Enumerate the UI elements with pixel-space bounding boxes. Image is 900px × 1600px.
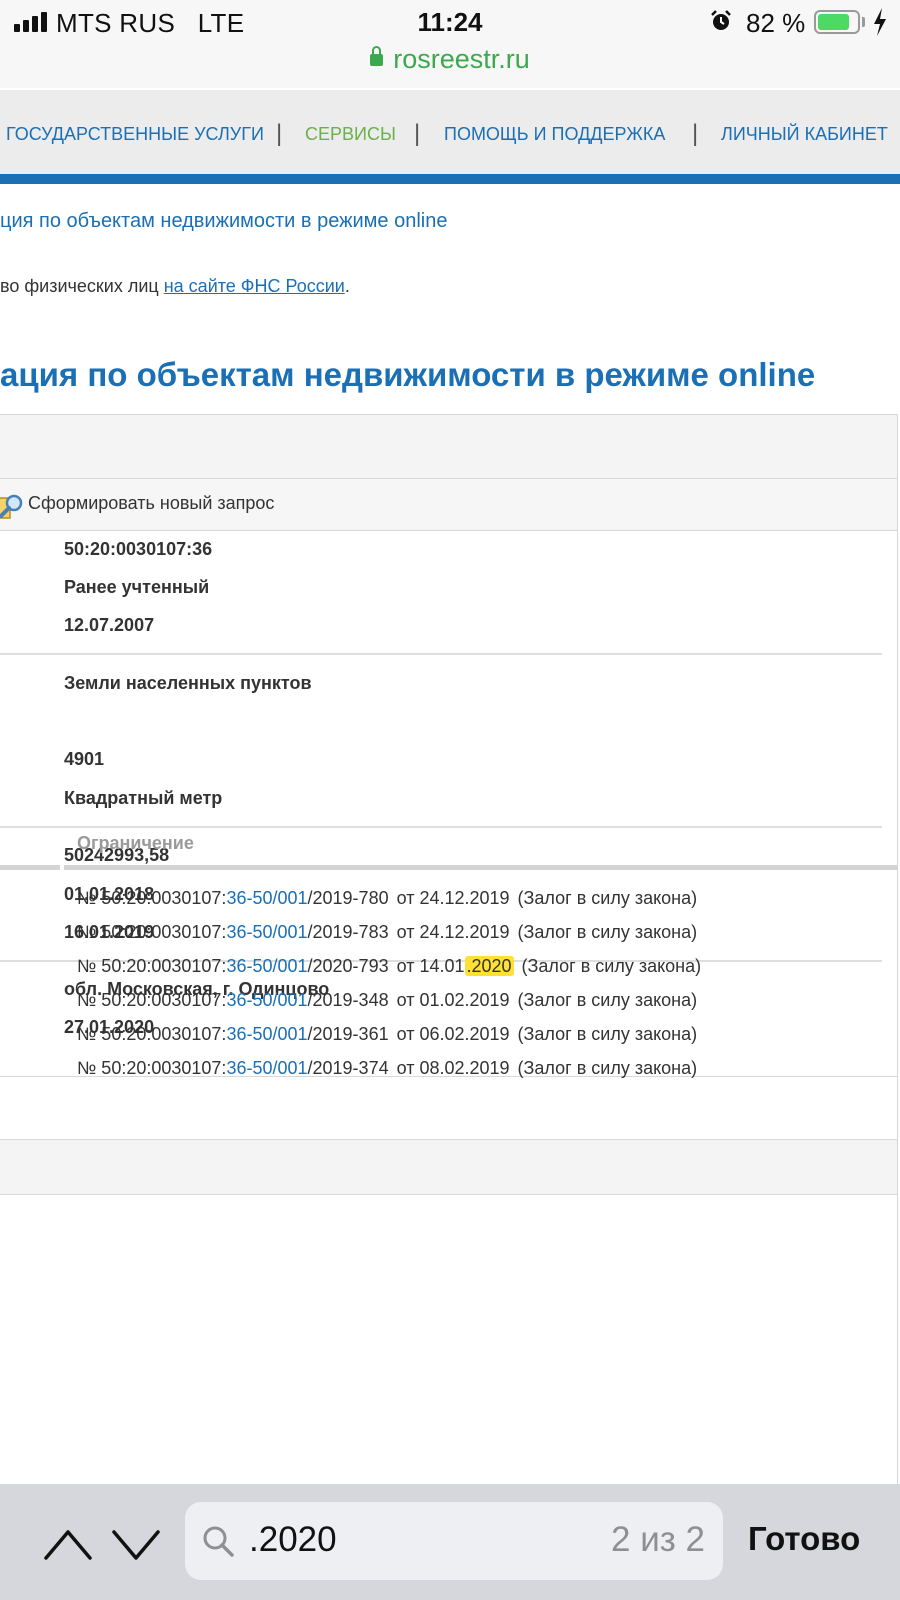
restriction-link[interactable]: 36-50/001 bbox=[226, 922, 307, 942]
done-button[interactable]: Готово bbox=[748, 1520, 860, 1558]
lock-icon bbox=[370, 46, 384, 66]
restriction-row: № 50:20:0030107:36-50/001/2019-348 от 01.… bbox=[77, 990, 698, 1010]
panel-header bbox=[0, 415, 897, 479]
row-divider bbox=[0, 653, 882, 655]
restriction-row: № 50:20:0030107:36-50/001/2020-793 от 14.… bbox=[77, 956, 702, 976]
find-input[interactable]: .2020 2 из 2 bbox=[185, 1502, 723, 1580]
object-status: Ранее учтенный bbox=[64, 577, 210, 597]
restriction-column-header: Ограничение bbox=[77, 833, 194, 853]
cadastral-number: 50:20:0030107:36 bbox=[64, 539, 213, 559]
restriction-link[interactable]: 36-50/001 bbox=[226, 990, 307, 1010]
land-category: Земли населенных пунктов bbox=[64, 673, 312, 693]
battery-level-fill bbox=[818, 14, 850, 30]
battery-percent: 82 % bbox=[746, 8, 806, 38]
restriction-link[interactable]: 36-50/001 bbox=[226, 1024, 307, 1044]
match-count: 2 из 2 bbox=[611, 1520, 705, 1559]
nav-item-gov-services[interactable]: ГОСУДАРСТВЕННЫЕ УСЛУГИ bbox=[6, 124, 264, 145]
breadcrumb[interactable]: ция по объектам недвижимости в режиме on… bbox=[0, 210, 447, 233]
address-bar[interactable]: rosreestr.ru bbox=[0, 44, 900, 75]
object-info-panel: Сформировать новый запрос 50:20:0030107:… bbox=[0, 414, 898, 1504]
fns-notice: во физических лиц на сайте ФНС России. bbox=[0, 276, 350, 296]
restriction-row: № 50:20:0030107:36-50/001/2019-783 от 24.… bbox=[77, 922, 698, 942]
area-unit: Квадратный метр bbox=[64, 788, 223, 808]
page-title: ация по объектам недвижимости в режиме o… bbox=[0, 356, 816, 393]
restriction-link[interactable]: 36-50/001 bbox=[226, 1058, 307, 1078]
nav-item-personal-account[interactable]: ЛИЧНЫЙ КАБИНЕТ bbox=[721, 124, 888, 145]
nav-separator: | bbox=[276, 120, 283, 147]
nav-underline-bar bbox=[0, 174, 900, 184]
search-icon bbox=[203, 1526, 234, 1557]
url-text: rosreestr.ru bbox=[393, 44, 530, 74]
nav-item-services[interactable]: СЕРВИСЫ bbox=[305, 124, 396, 145]
restrictions-list: № 50:20:0030107:36-50/001/2019-780 от 24.… bbox=[77, 881, 701, 1085]
new-request-label: Сформировать новый запрос bbox=[28, 493, 275, 513]
nav-separator: | bbox=[414, 120, 421, 147]
row-divider bbox=[0, 826, 882, 828]
find-query: .2020 bbox=[249, 1520, 337, 1559]
fns-link[interactable]: на сайте ФНС России bbox=[164, 276, 345, 296]
nav-item-help-support[interactable]: ПОМОЩЬ И ПОДДЕРЖКА bbox=[444, 124, 665, 145]
next-match-chevron-down-icon[interactable] bbox=[110, 1524, 162, 1564]
column-underline bbox=[0, 865, 60, 870]
ios-status-bar: MTS RUS LTE 11:24 82 % rosreestr.ru bbox=[0, 0, 900, 88]
restriction-row: № 50:20:0030107:36-50/001/2019-780 от 24.… bbox=[77, 888, 698, 908]
rights-section-header bbox=[0, 1139, 897, 1195]
alarm-icon bbox=[711, 10, 731, 30]
restriction-row: № 50:20:0030107:36-50/001/2019-374 от 08.… bbox=[77, 1058, 698, 1078]
site-nav: ГОСУДАРСТВЕННЫЕ УСЛУГИ | СЕРВИСЫ | ПОМОЩ… bbox=[0, 90, 900, 174]
battery-cap bbox=[862, 17, 865, 27]
search-match-highlight: .2020 bbox=[464, 956, 514, 976]
restriction-link[interactable]: 36-50/001 bbox=[226, 956, 307, 976]
new-request-button[interactable]: Сформировать новый запрос bbox=[0, 479, 897, 531]
restriction-link[interactable]: 36-50/001 bbox=[226, 888, 307, 908]
battery-icon bbox=[814, 10, 860, 34]
registration-date: 12.07.2007 bbox=[64, 615, 155, 635]
charging-bolt-icon bbox=[874, 8, 886, 36]
restriction-row: № 50:20:0030107:36-50/001/2019-361 от 06.… bbox=[77, 1024, 698, 1044]
nav-separator: | bbox=[692, 120, 699, 147]
find-on-page-bar: .2020 2 из 2 Готово bbox=[0, 1484, 900, 1600]
search-document-icon bbox=[0, 494, 23, 519]
area-value: 4901 bbox=[64, 749, 105, 769]
previous-match-chevron-up-icon[interactable] bbox=[42, 1524, 94, 1564]
column-underline bbox=[64, 865, 898, 870]
